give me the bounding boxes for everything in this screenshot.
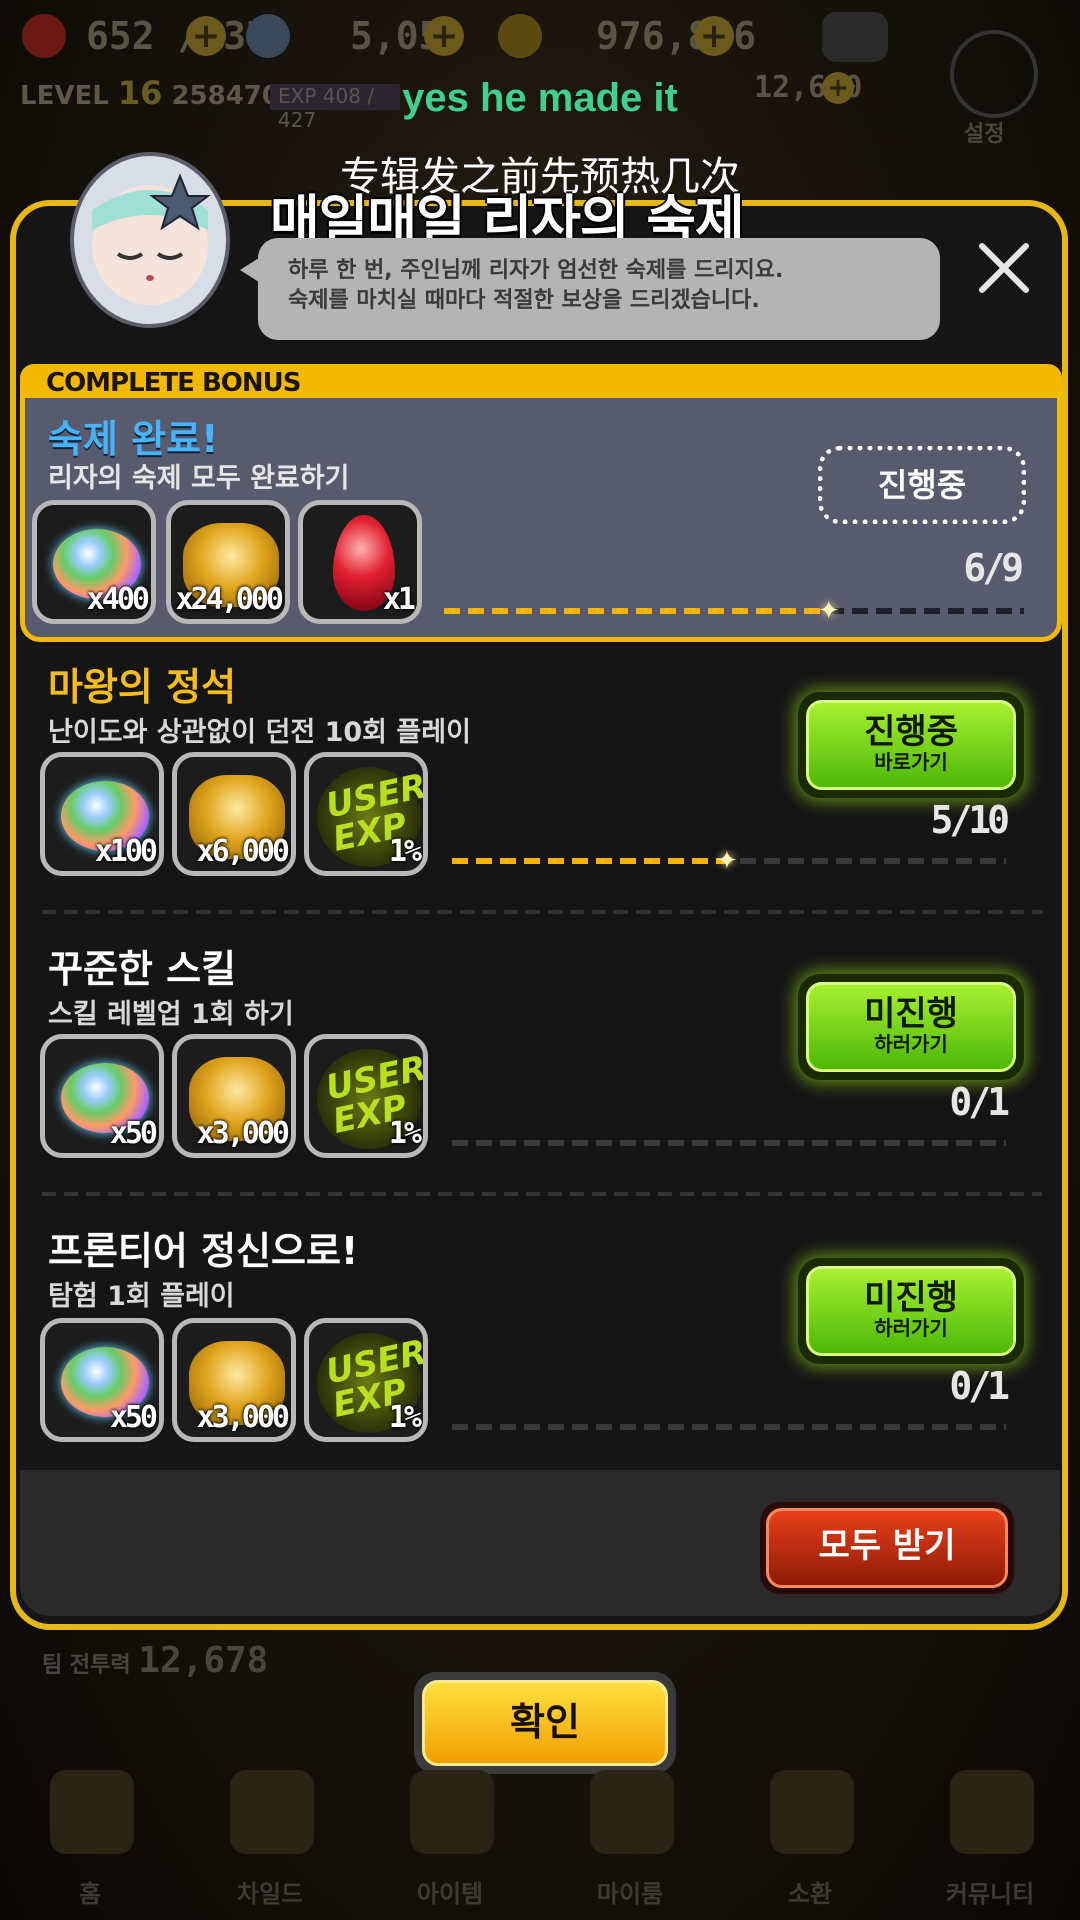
- reward-qty: x50: [109, 1400, 158, 1435]
- reward-qty: x3,000: [196, 1116, 290, 1151]
- nav-label: 차일드: [236, 1880, 304, 1908]
- crown-icon: [590, 1770, 674, 1854]
- chat-icon[interactable]: [822, 12, 888, 62]
- team-power-label: 팀 전투력: [42, 1653, 131, 1678]
- nav-child[interactable]: 차일드: [180, 1760, 360, 1920]
- mission-desc: 탐험 1회 플레이: [48, 1281, 235, 1312]
- nav-label: 소환: [787, 1880, 833, 1908]
- mission-go-button[interactable]: 미진행 하러가기: [798, 1258, 1024, 1364]
- mission-progress-text: 0/1: [949, 1364, 1010, 1408]
- reward-gem: x100: [40, 752, 164, 876]
- nav-item[interactable]: 아이템: [360, 1760, 540, 1920]
- speech-line-2: 숙제를 마치실 때마다 적절한 보상을 드리겠습니다.: [288, 288, 760, 313]
- bottom-nav: 홈 차일드 아이템 마이룸 소환 커뮤니티: [0, 1760, 1080, 1920]
- complete-bonus-desc: 리자의 숙제 모두 완료하기: [48, 463, 350, 494]
- nav-summon[interactable]: 소환: [720, 1760, 900, 1920]
- gem-icon: [246, 14, 290, 58]
- reward-qty: x1: [382, 582, 416, 617]
- close-icon[interactable]: [972, 236, 1036, 300]
- nav-label: 아이템: [416, 1880, 484, 1908]
- mission-progress-bar: [452, 1140, 1006, 1146]
- nav-label: 마이룸: [596, 1880, 664, 1908]
- progress-fill: [444, 608, 831, 614]
- potion-icon: [770, 1770, 854, 1854]
- reward-user-exp: USER EXP 1%: [304, 752, 428, 876]
- claim-all-label: 모두 받기: [766, 1508, 1008, 1588]
- reward-qty: x3,000: [196, 1400, 290, 1435]
- reward-gem: x50: [40, 1034, 164, 1158]
- nav-home[interactable]: 홈: [0, 1760, 180, 1920]
- progress-fill: [452, 858, 729, 864]
- complete-bonus-label: COMPLETE BONUS: [46, 368, 302, 398]
- mission-button-sublabel: 바로가기: [874, 750, 948, 774]
- stamina-value: 652 / 37: [86, 14, 270, 58]
- reward-qty: 1%: [388, 1116, 422, 1151]
- mission-go-button[interactable]: 진행중 바로가기: [798, 692, 1024, 798]
- reward-user-exp: USER EXP 1%: [304, 1034, 428, 1158]
- mission-title: 꾸준한 스킬: [48, 947, 237, 991]
- mission-progress-text: 0/1: [949, 1080, 1010, 1124]
- mission-button-sublabel: 하러가기: [874, 1032, 948, 1056]
- team-power-value: 12,678: [138, 1640, 269, 1681]
- mission-button-label: 미진행: [864, 1278, 958, 1318]
- reward-qty: x400: [86, 582, 150, 617]
- add-stamina-button[interactable]: +: [186, 16, 226, 56]
- reward-gem: x400: [32, 500, 156, 624]
- reward-qty: 1%: [388, 834, 422, 869]
- nav-myroom[interactable]: 마이룸: [540, 1760, 720, 1920]
- sparkle-icon: ✦: [716, 846, 738, 876]
- reward-qty: x24,000: [175, 582, 284, 617]
- add-gems-button[interactable]: +: [424, 16, 464, 56]
- mission-progress-bar: ✦: [452, 848, 1006, 874]
- reward-user-exp: USER EXP 1%: [304, 1318, 428, 1442]
- complete-bonus-progress-text: 6/9: [963, 546, 1024, 590]
- overlay-subtitle-english: yes he made it: [402, 76, 678, 120]
- nav-community[interactable]: 커뮤니티: [900, 1760, 1080, 1920]
- mission-button-label: 미진행: [864, 994, 958, 1034]
- divider: [42, 1192, 1042, 1196]
- claim-all-button[interactable]: 모두 받기: [760, 1502, 1014, 1594]
- reward-qty: x100: [94, 834, 158, 869]
- add-gold-button[interactable]: +: [694, 16, 734, 56]
- complete-bonus-title: 숙제 완료!: [48, 417, 219, 461]
- mission-progress-text: 5/10: [930, 798, 1010, 842]
- mission-title: 마왕의 정석: [48, 665, 237, 709]
- reward-gem: x50: [40, 1318, 164, 1442]
- mission-button-sublabel: 하러가기: [874, 1316, 948, 1340]
- complete-bonus-progress-bar: ✦: [444, 598, 1024, 624]
- confirm-label: 확인: [422, 1680, 668, 1766]
- divider: [42, 910, 1042, 914]
- nav-label: 커뮤니티: [945, 1880, 1035, 1908]
- gold-icon: [498, 14, 542, 58]
- mission-title: 프론티어 정신으로!: [48, 1229, 359, 1273]
- reward-qty: x6,000: [196, 834, 290, 869]
- complete-bonus-status: 진행중: [818, 446, 1026, 524]
- sword-shield-icon: [410, 1770, 494, 1854]
- speech-line-1: 하루 한 번, 주인님께 리자가 엄선한 숙제를 드리지요.: [288, 258, 784, 283]
- mission-desc: 난이도와 상관없이 던전 10회 플레이: [48, 717, 471, 748]
- home-icon: [50, 1770, 134, 1854]
- reward-gold: x3,000: [172, 1318, 296, 1442]
- mission-button-label: 진행중: [864, 712, 958, 752]
- mission-go-button[interactable]: 미진행 하러가기: [798, 974, 1024, 1080]
- mission-desc: 스킬 레벨업 1회 하기: [48, 999, 294, 1030]
- flame-icon: [230, 1770, 314, 1854]
- heart-icon: [22, 14, 66, 58]
- confirm-button[interactable]: 확인: [414, 1672, 676, 1774]
- reward-qty: x50: [109, 1116, 158, 1151]
- reward-gold: x6,000: [172, 752, 296, 876]
- reward-gold: x3,000: [172, 1034, 296, 1158]
- reward-qty: 1%: [388, 1400, 422, 1435]
- mission-progress-bar: [452, 1424, 1006, 1430]
- team-power: 팀 전투력 12,678: [42, 1640, 268, 1681]
- shield-icon: [950, 1770, 1034, 1854]
- nav-label: 홈: [78, 1880, 102, 1908]
- reward-ruby: x1: [298, 500, 422, 624]
- speech-bubble: 하루 한 번, 주인님께 리자가 엄선한 숙제를 드리지요. 숙제를 마치실 때…: [258, 238, 940, 340]
- reward-gold: x24,000: [166, 500, 290, 624]
- sparkle-icon: ✦: [817, 596, 840, 626]
